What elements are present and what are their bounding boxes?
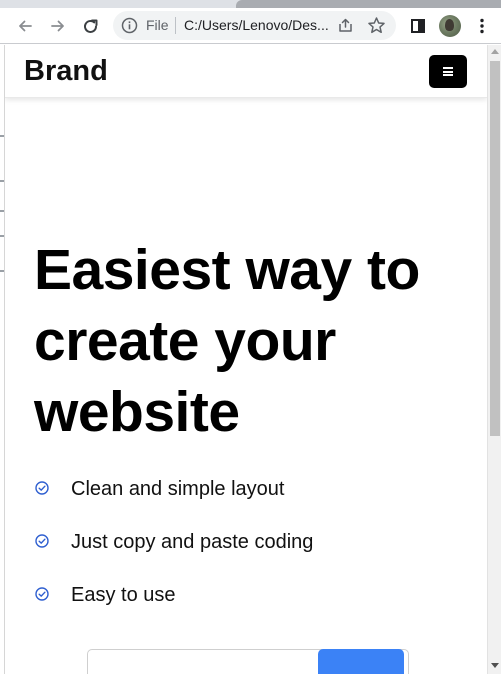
check-circle-icon	[35, 481, 49, 495]
site-navbar: Brand	[5, 45, 487, 98]
browser-menu-button[interactable]	[468, 12, 496, 40]
back-button[interactable]	[11, 12, 39, 40]
edge-mark	[0, 270, 4, 272]
omnibox-divider	[175, 17, 176, 34]
page-scrollbar[interactable]	[487, 45, 501, 674]
edge-mark	[0, 210, 4, 212]
hero-title: Easiest way to create your website	[34, 238, 420, 444]
scroll-up-arrow-icon[interactable]	[491, 49, 499, 54]
hamburger-menu-icon	[443, 67, 453, 76]
url-text[interactable]: C:/Users/Lenovo/Des...	[184, 17, 330, 34]
reload-button[interactable]	[76, 12, 104, 40]
web-page: Brand Easiest way to create your website…	[5, 45, 487, 674]
browser-viewport: Brand Easiest way to create your website…	[0, 45, 501, 674]
edge-mark	[0, 235, 4, 237]
share-icon[interactable]	[337, 17, 354, 34]
feature-label: Clean and simple layout	[71, 478, 285, 500]
arrow-left-icon	[19, 20, 32, 32]
check-circle-icon	[35, 587, 49, 601]
avatar[interactable]	[439, 15, 461, 37]
edge-mark	[0, 180, 4, 182]
tab-strip-edge	[236, 0, 501, 8]
side-panel-button[interactable]	[404, 12, 432, 40]
arrow-right-icon	[51, 20, 64, 32]
side-panel-icon	[411, 19, 425, 33]
list-item: Easy to use	[34, 581, 474, 634]
feature-label: Easy to use	[71, 584, 176, 606]
reload-icon	[83, 19, 97, 33]
forward-button[interactable]	[44, 12, 72, 40]
info-icon[interactable]	[121, 17, 138, 34]
nav-toggle-button[interactable]	[429, 55, 467, 88]
list-item: Just copy and paste coding	[34, 528, 474, 581]
star-icon[interactable]	[367, 16, 386, 35]
feature-list: Clean and simple layout Just copy and pa…	[34, 475, 474, 634]
url-scheme-label: File	[146, 17, 169, 33]
scrollbar-thumb[interactable]	[490, 61, 500, 436]
submit-button[interactable]	[318, 649, 404, 674]
feature-label: Just copy and paste coding	[71, 531, 314, 553]
brand-logo[interactable]: Brand	[24, 54, 108, 88]
list-item: Clean and simple layout	[34, 475, 474, 528]
address-bar[interactable]: File C:/Users/Lenovo/Des...	[113, 11, 396, 40]
browser-toolbar: File C:/Users/Lenovo/Des...	[0, 8, 501, 44]
tab-strip	[0, 0, 501, 8]
signup-form	[87, 649, 409, 674]
check-circle-icon	[35, 534, 49, 548]
scroll-down-arrow-icon[interactable]	[491, 663, 499, 668]
more-vertical-icon	[480, 18, 484, 34]
edge-mark	[0, 135, 4, 137]
